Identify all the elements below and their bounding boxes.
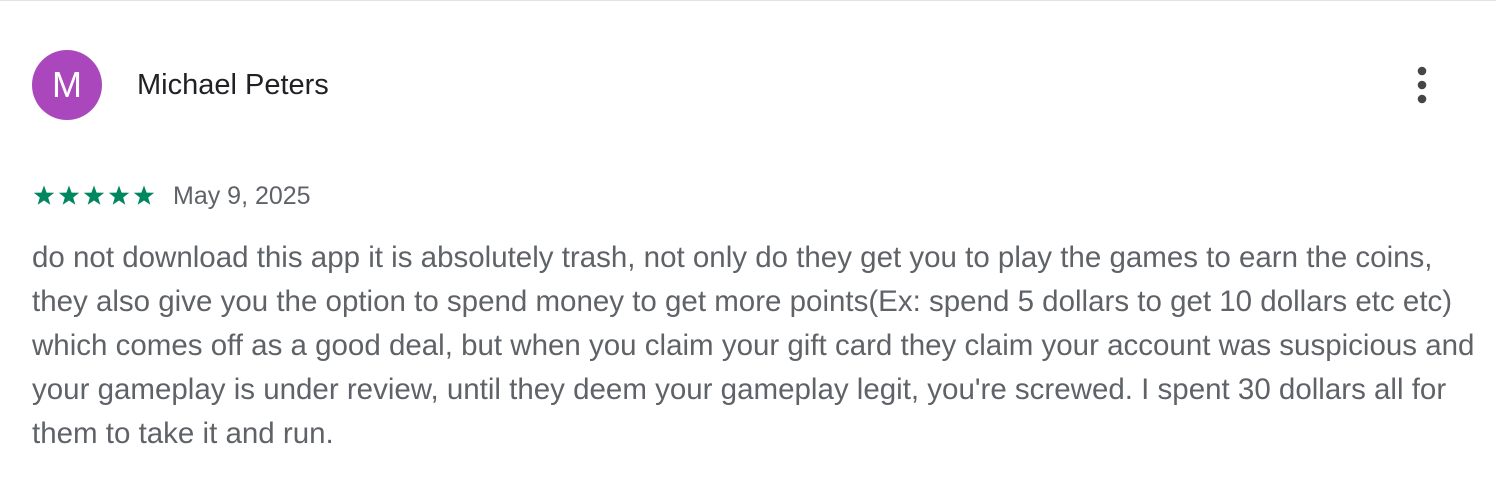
top-divider xyxy=(0,0,1496,1)
star-icon xyxy=(83,185,105,205)
review-text: do not download this app it is absolutel… xyxy=(32,241,1475,450)
star-icon xyxy=(33,185,55,205)
more-vert-icon xyxy=(1417,66,1427,104)
more-options-button[interactable] xyxy=(1402,60,1442,110)
star-icon xyxy=(58,185,80,205)
reviewer-name: Michael Peters xyxy=(137,69,329,101)
star-rating xyxy=(32,184,156,208)
rating-row: May 9, 2025 xyxy=(32,178,311,214)
avatar: M xyxy=(32,50,102,120)
review-date: May 9, 2025 xyxy=(173,182,311,210)
star-icon xyxy=(108,185,130,205)
star-icon xyxy=(133,185,155,205)
